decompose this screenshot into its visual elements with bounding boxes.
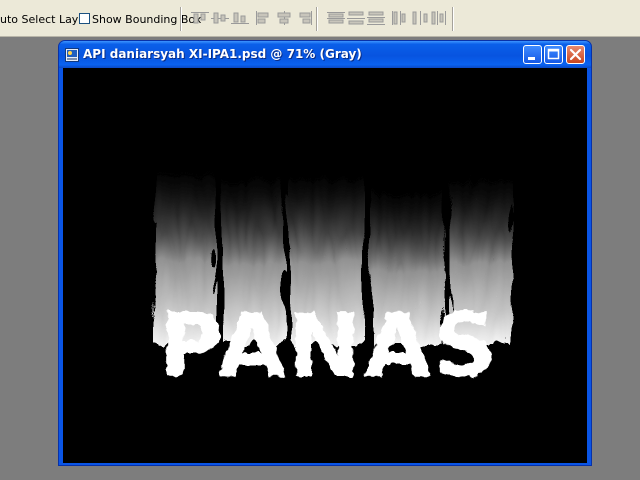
distribute-bottom-icon[interactable] bbox=[366, 10, 386, 26]
distribute-top-icon[interactable] bbox=[326, 10, 346, 26]
align-hcenter-icon[interactable] bbox=[274, 10, 294, 26]
document-titlebar[interactable]: API daniarsyah XI-IPA1.psd @ 71% (Gray) bbox=[59, 41, 591, 68]
toolbar-separator bbox=[452, 7, 453, 31]
toolbar-separator bbox=[316, 7, 317, 31]
align-bottom-icon[interactable] bbox=[230, 10, 250, 26]
distribute-hcenter-icon[interactable] bbox=[410, 10, 430, 26]
minimize-button[interactable] bbox=[523, 45, 542, 64]
maximize-icon bbox=[547, 48, 560, 60]
close-icon bbox=[569, 48, 582, 61]
show-bounding-box-checkbox[interactable] bbox=[79, 13, 90, 24]
burning-text-artwork: PANAS bbox=[151, 156, 507, 397]
align-right-icon[interactable] bbox=[294, 10, 314, 26]
canvas-text: PANAS bbox=[159, 294, 499, 397]
auto-select-layer-label[interactable]: uto Select Layer bbox=[0, 13, 90, 26]
distribute-left-icon[interactable] bbox=[390, 10, 410, 26]
maximize-button[interactable] bbox=[544, 45, 563, 64]
close-button[interactable] bbox=[566, 45, 585, 64]
distribute-vcenter-icon[interactable] bbox=[346, 10, 366, 26]
document-title: API daniarsyah XI-IPA1.psd @ 71% (Gray) bbox=[83, 47, 362, 61]
minimize-icon bbox=[528, 57, 535, 60]
options-bar: uto Select Layer Show Bounding Box bbox=[0, 0, 640, 37]
align-top-icon[interactable] bbox=[190, 10, 210, 26]
image-canvas[interactable]: PANAS bbox=[63, 68, 587, 463]
align-left-icon[interactable] bbox=[254, 10, 274, 26]
show-bounding-box-label[interactable]: Show Bounding Box bbox=[92, 13, 201, 26]
psd-file-icon bbox=[65, 47, 79, 62]
toolbar-separator bbox=[180, 7, 181, 31]
document-window[interactable]: API daniarsyah XI-IPA1.psd @ 71% (Gray) bbox=[58, 40, 592, 466]
distribute-right-icon[interactable] bbox=[430, 10, 450, 26]
align-vcenter-icon[interactable] bbox=[210, 10, 230, 26]
